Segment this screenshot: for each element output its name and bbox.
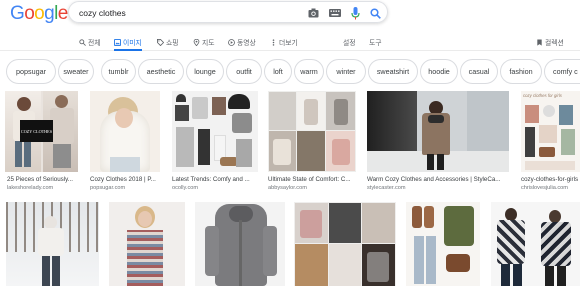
result-site: abbysaylor.com xyxy=(268,185,307,191)
chip-aesthetic[interactable]: aesthetic xyxy=(138,59,184,84)
result-image[interactable] xyxy=(491,202,580,286)
result-title[interactable]: Cozy Clothes 2018 | P... xyxy=(90,176,162,184)
more-icon xyxy=(272,38,275,46)
chip-sweater[interactable]: sweater xyxy=(58,59,94,84)
tab-label: 지도 xyxy=(202,40,215,47)
logo-letter: G xyxy=(10,3,25,24)
result-title[interactable]: Ultimate State of Comfort: C... xyxy=(268,176,356,184)
bookmark-icon xyxy=(537,38,542,46)
result-image[interactable]: COZY CLOTHES xyxy=(5,91,78,172)
result-site: stylecaster.com xyxy=(367,185,406,191)
tab-maps[interactable]: 지도 xyxy=(193,34,215,50)
result-image[interactable] xyxy=(268,91,356,172)
chip-loft[interactable]: loft xyxy=(264,59,292,84)
logo-letter: g xyxy=(44,3,55,24)
tab-label: 쇼핑 xyxy=(166,40,179,47)
tab-label: 더보기 xyxy=(279,40,298,47)
thumb-overlay-text: COZY CLOTHES xyxy=(20,120,53,142)
result-image[interactable] xyxy=(172,91,258,172)
result-site: chrislovesjulia.com xyxy=(521,185,568,191)
result-title[interactable]: Latest Trends: Comfy and ... xyxy=(172,176,258,184)
search-icon[interactable] xyxy=(368,6,382,20)
search-box xyxy=(68,1,388,23)
chip-casual[interactable]: casual xyxy=(460,59,498,84)
settings-link[interactable]: 설정 xyxy=(343,34,356,50)
chip-sweatshirt[interactable]: sweatshirt xyxy=(368,59,418,84)
chip-winter[interactable]: winter xyxy=(326,59,366,84)
search-input[interactable] xyxy=(79,5,299,20)
result-site: lakeshorelady.com xyxy=(7,185,54,191)
result-title[interactable]: 25 Pieces of Seriously... xyxy=(7,176,79,184)
result-image[interactable] xyxy=(195,202,285,286)
logo-letter: o xyxy=(24,3,35,24)
chip-popsugar[interactable]: popsugar xyxy=(6,59,56,84)
search-icon xyxy=(79,38,86,46)
result-image[interactable] xyxy=(109,202,185,286)
result-image[interactable] xyxy=(367,91,509,172)
chip-hoodie[interactable]: hoodie xyxy=(420,59,458,84)
tab-images[interactable]: 이미지 xyxy=(114,34,142,51)
google-logo[interactable]: Google xyxy=(10,3,68,25)
collections-label: 컬렉션 xyxy=(545,40,564,47)
tab-label: 동영상 xyxy=(237,40,256,47)
result-image[interactable] xyxy=(406,202,480,286)
map-pin-icon xyxy=(193,38,200,46)
tab-videos[interactable]: 동영상 xyxy=(228,34,256,50)
chip-tumblr[interactable]: tumblr xyxy=(101,59,136,84)
tools-link[interactable]: 도구 xyxy=(369,34,382,50)
search-tabs: 전체 이미지 쇼핑 지도 동영상 더보기 설정 도구 컬렉션 xyxy=(0,31,580,51)
logo-letter: e xyxy=(57,3,69,24)
collections-link[interactable]: 컬렉션 xyxy=(536,34,564,50)
camera-icon[interactable] xyxy=(306,6,320,20)
chip-warm[interactable]: warm xyxy=(294,59,324,84)
keyboard-icon[interactable] xyxy=(328,6,342,20)
result-image[interactable]: cozy clothes for girls xyxy=(521,91,580,172)
tab-label: 전체 xyxy=(88,40,101,47)
tab-more[interactable]: 더보기 xyxy=(270,34,298,50)
tab-label: 이미지 xyxy=(123,40,142,47)
result-image[interactable] xyxy=(6,202,99,286)
result-title[interactable]: cozy-clothes-for-girls xyxy=(521,176,580,184)
chip-fashion[interactable]: fashion xyxy=(500,59,542,84)
thumb-banner-text: cozy clothes for girls xyxy=(523,93,562,98)
chip-outfit[interactable]: outfit xyxy=(226,59,262,84)
chip-lounge[interactable]: lounge xyxy=(186,59,224,84)
tab-all[interactable]: 전체 xyxy=(79,34,101,50)
microphone-icon[interactable] xyxy=(348,6,362,20)
image-icon xyxy=(114,38,121,46)
logo-letter: o xyxy=(34,3,45,24)
result-image[interactable] xyxy=(294,202,396,286)
result-site: ocolly.com xyxy=(172,185,199,191)
chip-comfy[interactable]: comfy c xyxy=(544,59,580,84)
tag-icon xyxy=(157,38,164,46)
result-image[interactable] xyxy=(90,91,160,172)
tab-shopping[interactable]: 쇼핑 xyxy=(157,34,179,50)
result-site: popsugar.com xyxy=(90,185,126,191)
result-title[interactable]: Warm Cozy Clothes and Accessories | Styl… xyxy=(367,176,510,184)
play-icon xyxy=(228,38,235,46)
